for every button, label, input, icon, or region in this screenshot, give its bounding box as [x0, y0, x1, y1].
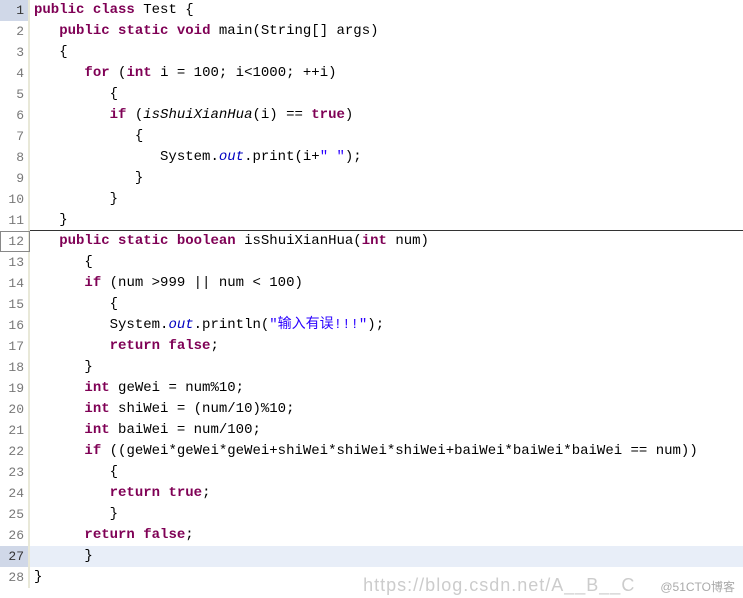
code-line: 28 }	[0, 567, 743, 588]
line-number: 11	[0, 210, 30, 231]
line-number: 23	[0, 462, 30, 483]
code-line: 22 if ((geWei*geWei*geWei+shiWei*shiWei*…	[0, 441, 743, 462]
code-content: {	[30, 294, 743, 315]
line-number: 20	[0, 399, 30, 420]
line-number: 25	[0, 504, 30, 525]
code-content: for (int i = 100; i<1000; ++i)	[30, 63, 743, 84]
code-content: }	[30, 357, 743, 378]
line-number: 8	[0, 147, 30, 168]
code-content: {	[30, 252, 743, 273]
code-line: 7 {	[0, 126, 743, 147]
line-number: 14	[0, 273, 30, 294]
code-content: }	[30, 168, 743, 189]
line-number: 12	[0, 231, 30, 252]
code-content: }	[30, 189, 743, 210]
code-line: 18 }	[0, 357, 743, 378]
code-line: 26 return false;	[0, 525, 743, 546]
code-line: 17 return false;	[0, 336, 743, 357]
code-content: int geWei = num%10;	[30, 378, 743, 399]
code-line: 14 if (num >999 || num < 100)	[0, 273, 743, 294]
code-content: if (num >999 || num < 100)	[30, 273, 743, 294]
line-number: 13	[0, 252, 30, 273]
code-line: 20 int shiWei = (num/10)%10;	[0, 399, 743, 420]
code-content: }	[30, 504, 743, 525]
code-line: 1 public class Test {	[0, 0, 743, 21]
code-line: 10 }	[0, 189, 743, 210]
code-content: return true;	[30, 483, 743, 504]
line-number: 7	[0, 126, 30, 147]
line-number: 3	[0, 42, 30, 63]
code-line: 2 public static void main(String[] args)	[0, 21, 743, 42]
line-number: 15	[0, 294, 30, 315]
line-number: 5	[0, 84, 30, 105]
code-content: if ((geWei*geWei*geWei+shiWei*shiWei*shi…	[30, 441, 743, 462]
code-content: {	[30, 84, 743, 105]
code-content: }	[30, 567, 743, 588]
code-content: }	[30, 210, 743, 231]
line-number: 24	[0, 483, 30, 504]
code-content: int baiWei = num/100;	[30, 420, 743, 441]
line-number: 26	[0, 525, 30, 546]
line-number: 4	[0, 63, 30, 84]
code-content: {	[30, 462, 743, 483]
code-content: int shiWei = (num/10)%10;	[30, 399, 743, 420]
code-line: 16 System.out.println("输入有误!!!");	[0, 315, 743, 336]
code-line: 25 }	[0, 504, 743, 525]
code-line: 23 {	[0, 462, 743, 483]
code-content: }	[30, 546, 743, 567]
line-number: 22	[0, 441, 30, 462]
code-editor[interactable]: 1 public class Test { 2 public static vo…	[0, 0, 743, 588]
line-number: 18	[0, 357, 30, 378]
code-content: {	[30, 42, 743, 63]
code-line: 21 int baiWei = num/100;	[0, 420, 743, 441]
code-line: 27 }	[0, 546, 743, 567]
code-line: 15 {	[0, 294, 743, 315]
line-number: 6	[0, 105, 30, 126]
line-number: 28	[0, 567, 30, 588]
code-line: 12 public static boolean isShuiXianHua(i…	[0, 231, 743, 252]
code-content: public static void main(String[] args)	[30, 21, 743, 42]
code-content: System.out.print(i+" ");	[30, 147, 743, 168]
code-content: public class Test {	[30, 0, 743, 21]
line-number: 27	[0, 546, 30, 567]
line-number: 9	[0, 168, 30, 189]
code-line: 19 int geWei = num%10;	[0, 378, 743, 399]
code-content: return false;	[30, 336, 743, 357]
code-line: 24 return true;	[0, 483, 743, 504]
code-line: 4 for (int i = 100; i<1000; ++i)	[0, 63, 743, 84]
line-number: 21	[0, 420, 30, 441]
code-content: System.out.println("输入有误!!!");	[30, 315, 743, 336]
code-line: 3 {	[0, 42, 743, 63]
code-content: if (isShuiXianHua(i) == true)	[30, 105, 743, 126]
code-line: 8 System.out.print(i+" ");	[0, 147, 743, 168]
line-number: 2	[0, 21, 30, 42]
line-number: 10	[0, 189, 30, 210]
code-line: 11 }	[0, 210, 743, 231]
code-content: public static boolean isShuiXianHua(int …	[30, 231, 743, 252]
line-number: 1	[0, 0, 30, 21]
line-number: 16	[0, 315, 30, 336]
code-line: 13 {	[0, 252, 743, 273]
code-line: 5 {	[0, 84, 743, 105]
line-number: 17	[0, 336, 30, 357]
code-line: 6 if (isShuiXianHua(i) == true)	[0, 105, 743, 126]
code-content: {	[30, 126, 743, 147]
code-line: 9 }	[0, 168, 743, 189]
code-content: return false;	[30, 525, 743, 546]
line-number: 19	[0, 378, 30, 399]
